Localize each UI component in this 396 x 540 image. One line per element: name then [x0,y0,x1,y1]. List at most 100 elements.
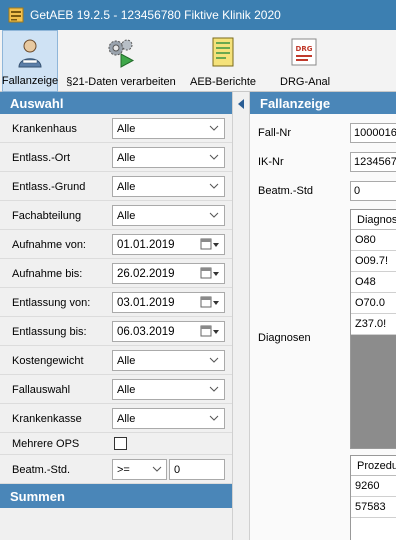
entlass-grund-dropdown[interactable]: Alle [112,176,225,197]
mehrere-ops-checkbox[interactable] [114,437,127,450]
kostengewicht-dropdown[interactable]: Alle [112,350,225,371]
chevron-down-icon [209,357,219,363]
filter-row-entlass-grund: Entlass.-Grund Alle [0,172,232,201]
filter-row-entlass-ort: Entlass.-Ort Alle [0,143,232,172]
filter-row-fachabteilung: Fachabteilung Alle [0,201,232,230]
beatm-std-label: Beatm.-Std [258,185,314,197]
dropdown-value: Alle [117,354,136,367]
case-detail-panel: Fallanzeige Fall-Nr 1000016 IK-Nr 123456… [250,92,396,540]
filter-label: Krankenhaus [12,122,77,135]
app-window: GetAEB 19.2.5 - 123456780 Fiktive Klinik… [0,0,396,540]
date-label: Entlassung bis: [12,325,87,338]
filter-row-kostengewicht: Kostengewicht Alle [0,346,232,375]
table-row[interactable]: 9260 [351,476,396,497]
chevron-down-icon [152,466,162,472]
chevron-down-icon [209,415,219,421]
filter-row-aufnahme-bis: Aufnahme bis: 26.02.2019 [0,259,232,288]
fallanzeige-header: Fallanzeige [250,92,396,114]
toolbar-daten-verarbeiten-button[interactable]: §21-Daten verarbeiten [62,30,180,92]
ik-nr-label: IK-Nr [258,156,284,168]
chevron-down-icon [209,212,219,218]
fachabteilung-dropdown[interactable]: Alle [112,205,225,226]
report-icon [212,37,234,67]
beatm-value-input[interactable]: 0 [169,459,225,480]
filter-label: Fachabteilung [12,209,82,222]
collapse-left-icon[interactable] [237,99,245,109]
date-value: 01.01.2019 [117,238,175,251]
date-label: Entlassung von: [12,296,91,309]
beatm-label: Beatm.-Std. [12,463,71,476]
filter-row-beatm-std: Beatm.-Std. >= 0 [0,455,232,484]
person-icon [18,39,42,68]
fall-nr-field[interactable]: 1000016 [350,123,396,143]
table-row[interactable]: 57583 [351,497,396,518]
dropdown-value: Alle [117,180,136,193]
filter-row-mehrere-ops: Mehrere OPS [0,433,232,455]
dropdown-value: Alle [117,209,136,222]
toolbar-drg-analyse-button[interactable]: DRG DRG-Anal [266,30,396,92]
beatm-operator-dropdown[interactable]: >= [112,459,167,480]
filter-label: Kostengewicht [12,354,84,367]
diagnosen-grid[interactable]: Diagnose O80 O09.7! O48 O70.0 Z37.0! [350,209,396,449]
table-row[interactable]: Z37.0! [351,314,396,335]
drg-icon-text: DRG [296,45,313,53]
filter-row-krankenkasse: Krankenkasse Alle [0,404,232,433]
filter-label: Entlass.-Ort [12,151,71,164]
table-row[interactable]: O09.7! [351,251,396,272]
filter-row-aufnahme-von: Aufnahme von: 01.01.2019 [0,230,232,259]
ik-nr-field[interactable]: 1234567 [350,152,396,172]
summen-header[interactable]: Summen [0,484,232,508]
calendar-dropdown-icon[interactable] [200,325,220,338]
chevron-down-icon [209,183,219,189]
aufnahme-bis-date-picker[interactable]: 26.02.2019 [112,263,225,284]
calendar-dropdown-icon[interactable] [200,238,220,251]
chevron-down-icon [209,154,219,160]
diagnosen-label: Diagnosen [258,332,311,344]
toolbar-fallanzeige-button[interactable]: Fallanzeige [2,30,58,92]
date-value: 03.01.2019 [117,296,175,309]
fall-nr-label: Fall-Nr [258,127,291,139]
dropdown-value: Alle [117,383,136,396]
calendar-dropdown-icon[interactable] [200,267,220,280]
diagnosen-column-header[interactable]: Diagnose [351,210,396,230]
prozeduren-column-header[interactable]: Prozedur [351,456,396,476]
drg-icon: DRG [291,38,317,66]
filter-row-fallauswahl: Fallauswahl Alle [0,375,232,404]
krankenhaus-dropdown[interactable]: Alle [112,118,225,139]
toolbar: Fallanzeige §21-Daten verarbeiten AEB-Be… [0,30,396,92]
window-title: GetAEB 19.2.5 - 123456780 Fiktive Klinik… [30,8,281,22]
toolbar-aeb-berichte-label: AEB-Berichte [189,76,257,88]
date-value: 06.03.2019 [117,325,175,338]
entlassung-von-date-picker[interactable]: 03.01.2019 [112,292,225,313]
fallauswahl-dropdown[interactable]: Alle [112,379,225,400]
table-row[interactable]: O70.0 [351,293,396,314]
filter-label: Krankenkasse [12,412,82,425]
filter-row-entlassung-bis: Entlassung bis: 06.03.2019 [0,317,232,346]
calendar-dropdown-icon[interactable] [200,296,220,309]
filter-row-krankenhaus: Krankenhaus Alle [0,114,232,143]
toolbar-drg-analyse-label: DRG-Anal [280,76,331,88]
date-label: Aufnahme von: [12,238,86,251]
date-value: 26.02.2019 [117,267,175,280]
filter-label: Entlass.-Grund [12,180,86,193]
dropdown-value: Alle [117,412,136,425]
aufnahme-von-date-picker[interactable]: 01.01.2019 [112,234,225,255]
panel-splitter[interactable] [232,92,250,540]
krankenkasse-dropdown[interactable]: Alle [112,408,225,429]
title-bar: GetAEB 19.2.5 - 123456780 Fiktive Klinik… [0,0,396,30]
toolbar-aeb-berichte-button[interactable]: AEB-Berichte [184,30,262,92]
entlass-ort-dropdown[interactable]: Alle [112,147,225,168]
toolbar-daten-verarbeiten-label: §21-Daten verarbeiten [66,76,176,88]
entlassung-bis-date-picker[interactable]: 06.03.2019 [112,321,225,342]
filter-label: Fallauswahl [12,383,71,396]
selection-panel: Auswahl Krankenhaus Alle Entlass.-Ort Al… [0,92,232,540]
prozeduren-grid[interactable]: Prozedur 9260 57583 [350,455,396,540]
auswahl-header: Auswahl [0,92,232,114]
chevron-down-icon [209,386,219,392]
chevron-down-icon [209,125,219,131]
table-row[interactable]: O80 [351,230,396,251]
beatm-std-field[interactable]: 0 [350,181,396,201]
operator-value: >= [117,463,130,476]
gears-play-icon [108,39,135,68]
table-row[interactable]: O48 [351,272,396,293]
